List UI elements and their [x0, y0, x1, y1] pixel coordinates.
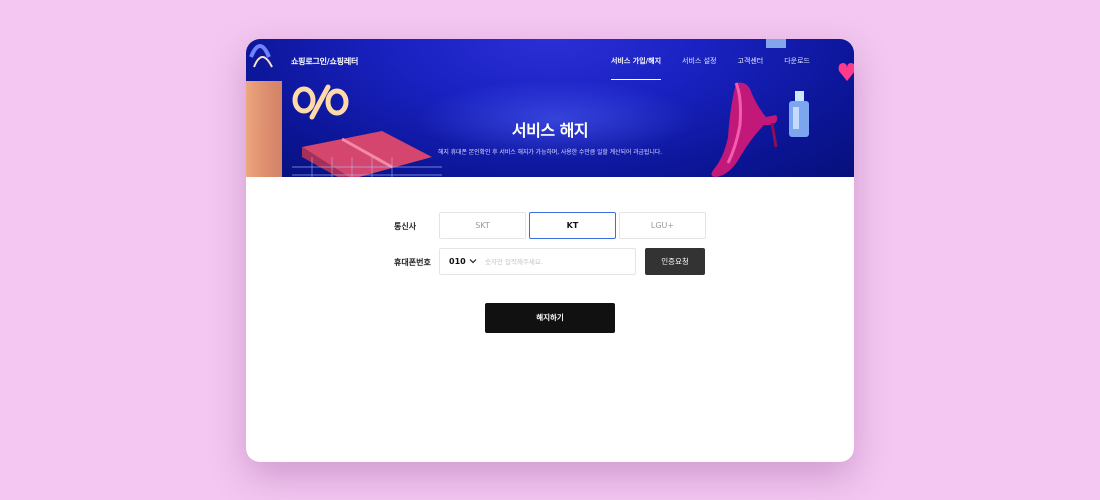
brand-title[interactable]: 쇼핑로그인/쇼핑레터: [291, 56, 358, 67]
sparkle-illustration: [766, 39, 786, 48]
carrier-option-lgu[interactable]: LGU+: [619, 212, 706, 239]
phone-label: 휴대폰번호: [394, 258, 431, 267]
nav-customer-center[interactable]: 고객센터: [737, 56, 763, 80]
percent-icon: [292, 84, 349, 120]
phone-field: 010: [439, 248, 636, 275]
nav-service-settings[interactable]: 서비스 설정: [682, 56, 716, 80]
carrier-option-skt[interactable]: SKT: [439, 212, 526, 239]
cancel-service-button[interactable]: 해지하기: [485, 303, 615, 333]
carrier-label: 통신사: [394, 222, 417, 231]
heart-illustration: [838, 63, 854, 81]
page-title: 서비스 해지: [511, 121, 589, 140]
chevron-down-icon[interactable]: [469, 257, 477, 265]
nav-signup-cancel[interactable]: 서비스 가입/해지: [610, 56, 662, 80]
top-nav: 서비스 가입/해지 서비스 설정 고객센터 다운로드: [610, 56, 810, 80]
phone-number-input[interactable]: [485, 252, 631, 271]
page-subtitle: 해지 휴대폰 본인확인 후 서비스 해지가 가능하며, 사용한 수만큼 일할 계…: [437, 149, 663, 156]
verify-request-button[interactable]: 인증요청: [645, 248, 705, 275]
app-window: 쇼핑로그인/쇼핑레터 서비스 가입/해지 서비스 설정 고객센터 다운로드 서비…: [246, 39, 854, 462]
carrier-option-kt[interactable]: KT: [529, 212, 616, 239]
headphones-illustration: [249, 44, 271, 58]
nav-download[interactable]: 다운로드: [784, 56, 810, 80]
hero-banner: 쇼핑로그인/쇼핑레터 서비스 가입/해지 서비스 설정 고객센터 다운로드 서비…: [246, 39, 854, 177]
phone-prefix-select[interactable]: 010: [449, 249, 466, 274]
